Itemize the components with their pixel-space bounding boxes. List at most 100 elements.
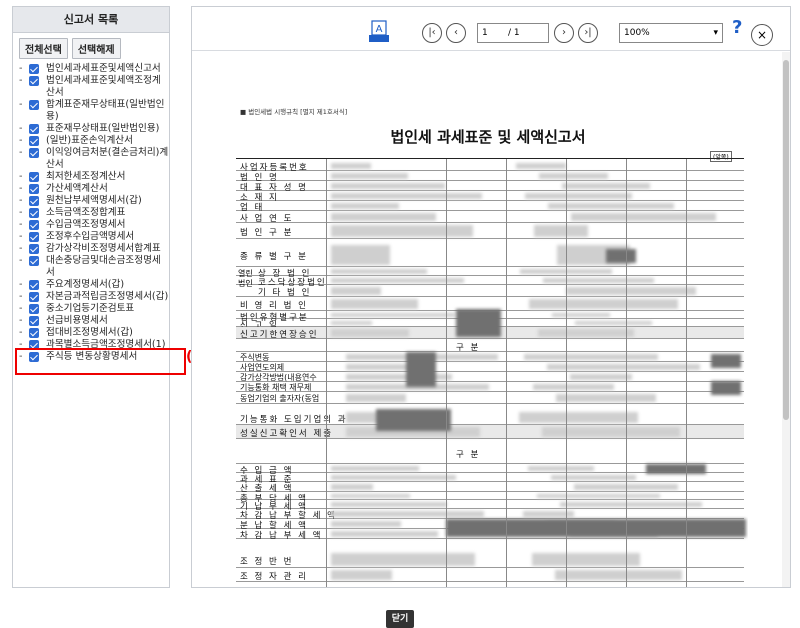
- checkbox-icon[interactable]: [29, 316, 39, 326]
- form-row: 구 분: [236, 442, 744, 464]
- annotation-highlight-box: [15, 348, 186, 375]
- select-all-button[interactable]: 전체선택: [19, 38, 68, 59]
- redacted-value: [346, 394, 406, 402]
- report-item[interactable]: - 주요계정명세서(갑): [19, 279, 169, 291]
- checkbox-icon[interactable]: [29, 76, 39, 86]
- table-divider: [326, 159, 327, 587]
- prev-page-icon[interactable]: ‹: [446, 23, 466, 43]
- report-item[interactable]: - 법인세과세표준및세액조정계산서: [19, 75, 169, 99]
- report-item-label: 원천납부세액명세서(갑): [46, 195, 142, 206]
- report-item[interactable]: - 이익잉여금처분(결손금처리)계산서: [19, 147, 169, 171]
- checkbox-icon[interactable]: [29, 280, 39, 290]
- report-item[interactable]: - 최저한세조정계산서: [19, 171, 169, 183]
- redacted-value: [519, 412, 638, 423]
- form-row: 기능통화 채택 재무제: [236, 382, 744, 392]
- redacted-value: [331, 183, 445, 189]
- help-icon[interactable]: ?: [732, 17, 742, 38]
- report-item[interactable]: - 법인세과세표준및세액신고서: [19, 63, 169, 75]
- report-item[interactable]: - 수입금액조정명세서: [19, 219, 169, 231]
- report-item[interactable]: - 선급비용명세서: [19, 315, 169, 327]
- document-viewer-panel: A |‹ ‹ 1 / 1 › ›| 100% ▾ ? × ■ 법인세법 시행규칙 …: [191, 6, 791, 588]
- report-list-panel: 신고서 목록 전체선택 선택해제 - 법인세과세표준및세액신고서 - 법인세과세표준및…: [12, 6, 170, 588]
- form-row-label: 조 정 자 관 리: [240, 572, 308, 582]
- form-row-label: 조 정 반 번: [240, 556, 294, 567]
- checkbox-icon[interactable]: [29, 208, 39, 218]
- tree-connector: -: [19, 231, 23, 242]
- report-item-label: 조정후수입금액명세서: [46, 231, 135, 242]
- checkbox-icon[interactable]: [29, 136, 39, 146]
- redacted-value: [566, 287, 696, 295]
- last-page-icon[interactable]: ›|: [578, 23, 598, 43]
- tree-connector: -: [19, 207, 23, 218]
- report-item[interactable]: - 가산세액계산서: [19, 183, 169, 195]
- tree-connector: -: [19, 255, 23, 266]
- report-item-label: 주요계정명세서(갑): [46, 279, 125, 290]
- report-item[interactable]: - 접대비조정명세서(갑): [19, 327, 169, 339]
- redacted-value: [331, 511, 484, 517]
- checkbox-icon[interactable]: [29, 184, 39, 194]
- redacted-value: [528, 466, 594, 471]
- redacted-value: [560, 502, 702, 507]
- redacted-value: [542, 427, 680, 437]
- deselect-all-button[interactable]: 선택해제: [71, 38, 121, 59]
- next-page-icon[interactable]: ›: [554, 23, 574, 43]
- zoom-select[interactable]: 100% ▾: [619, 23, 723, 43]
- form-row: 사업자등록번호: [236, 161, 744, 173]
- redacted-value: [331, 269, 427, 274]
- report-item-label: 자본금과적립금조정명세서(갑): [46, 291, 169, 302]
- form-row-label: 비 영 리 법 인: [240, 301, 308, 311]
- checkbox-icon[interactable]: [29, 148, 39, 158]
- redacted-value: [575, 321, 652, 325]
- report-item[interactable]: - (일반)표준손익계산서: [19, 135, 169, 147]
- table-divider: [566, 159, 567, 587]
- redacted-block: [446, 519, 746, 537]
- report-item[interactable]: - 감가상각비조정명세서합계표: [19, 243, 169, 255]
- redacted-value: [551, 475, 636, 480]
- redacted-value: [331, 521, 401, 527]
- redacted-value: [331, 531, 438, 537]
- zoom-value: 100%: [624, 28, 650, 38]
- close-button[interactable]: 닫기: [386, 610, 414, 628]
- checkbox-icon[interactable]: [29, 100, 39, 110]
- tree-connector: -: [19, 99, 23, 110]
- redacted-value: [331, 329, 409, 337]
- checkbox-icon[interactable]: [29, 124, 39, 134]
- report-item[interactable]: - 대손충당금및대손금조정명세서: [19, 255, 169, 279]
- panel-title: 신고서 목록: [13, 7, 169, 33]
- redacted-value: [571, 213, 716, 221]
- tree-connector: -: [19, 219, 23, 230]
- report-item[interactable]: - 자본금과적립금조정명세서(갑): [19, 291, 169, 303]
- checkbox-icon[interactable]: [29, 220, 39, 230]
- report-item-label: 접대비조정명세서(갑): [46, 327, 133, 338]
- close-icon[interactable]: ×: [751, 24, 773, 46]
- report-item[interactable]: - 합계표준재무상태표(일반법인용): [19, 99, 169, 123]
- checkbox-icon[interactable]: [29, 304, 39, 314]
- tree-connector: -: [19, 183, 23, 194]
- scrollbar-thumb[interactable]: [783, 60, 789, 420]
- form-row: 기 납 부 세 액: [236, 500, 744, 512]
- tree-connector: -: [19, 243, 23, 254]
- report-item[interactable]: - 중소기업등기준검토표: [19, 303, 169, 315]
- report-item[interactable]: - 표준재무상태표(일반법인용): [19, 123, 169, 135]
- checkbox-icon[interactable]: [29, 244, 39, 254]
- checkbox-icon[interactable]: [29, 64, 39, 74]
- form-row: 코스닥상장법인: [236, 276, 744, 288]
- checkbox-icon[interactable]: [29, 256, 39, 266]
- print-icon[interactable]: A: [368, 20, 390, 44]
- report-item[interactable]: - 조정후수입금액명세서: [19, 231, 169, 243]
- form-row: 소 재 지: [236, 191, 744, 203]
- checkbox-icon[interactable]: [29, 292, 39, 302]
- report-item-label: 법인세과세표준및세액신고서: [46, 63, 161, 74]
- checkbox-icon[interactable]: [29, 196, 39, 206]
- form-row: 사업연도의제: [236, 362, 744, 372]
- redacted-block: [606, 249, 636, 263]
- checkbox-icon[interactable]: [29, 172, 39, 182]
- document-viewport[interactable]: ■ 법인세법 시행규칙 [별지 제1호서식] 법인세 과세표준 및 세액신고서 …: [192, 52, 790, 587]
- redacted-value: [539, 173, 608, 179]
- checkbox-icon[interactable]: [29, 328, 39, 338]
- report-item[interactable]: - 원천납부세액명세서(갑): [19, 195, 169, 207]
- tree-connector: -: [19, 315, 23, 326]
- report-item[interactable]: - 소득금액조정합계표: [19, 207, 169, 219]
- checkbox-icon[interactable]: [29, 232, 39, 242]
- first-page-icon[interactable]: |‹: [422, 23, 442, 43]
